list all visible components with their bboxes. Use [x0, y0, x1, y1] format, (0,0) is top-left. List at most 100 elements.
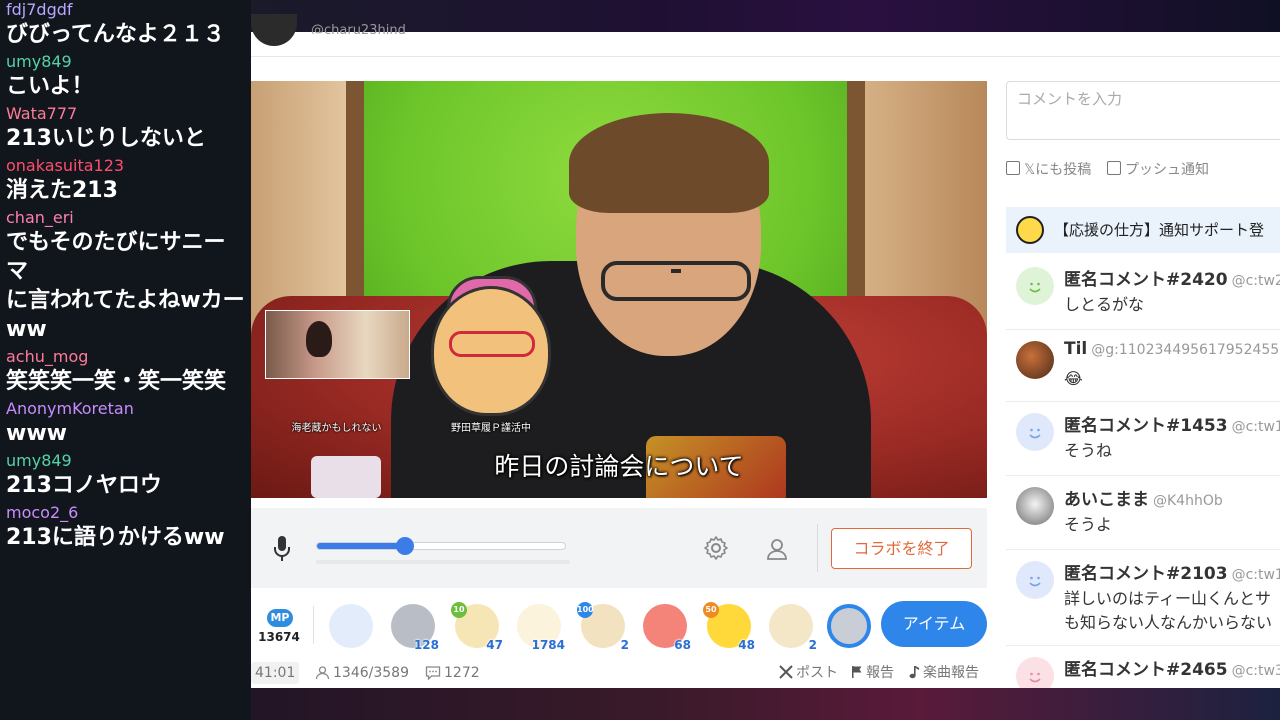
chat-message: chan_eri でもそのたびにサニーマ に言われてたよねwカー ww	[0, 208, 251, 344]
comment-author-name: 匿名コメント#1453	[1064, 416, 1228, 436]
mp-balance[interactable]: MP 13674	[257, 604, 300, 646]
comment-avatar[interactable]	[1016, 341, 1054, 379]
user-icon[interactable]	[765, 537, 789, 561]
comment-item: Til @g:110234495617952455 😂	[1006, 331, 1280, 402]
collab-controls: コラボを終了	[251, 508, 987, 588]
comment-avatar[interactable]	[1016, 487, 1054, 525]
post-to-x-label: 𝕏にも投稿	[1024, 162, 1092, 178]
chat-username: achu_mog	[6, 347, 89, 366]
item-button[interactable]: アイテム	[881, 601, 987, 647]
comment-count: 1272	[425, 662, 480, 684]
comment-author[interactable]: 匿名コメント#2420 @c:tw2	[1064, 265, 1280, 290]
chat-text: でもそのたびにサニーマ に言われてたよねwカー ww	[6, 230, 245, 342]
comment-input[interactable]	[1006, 81, 1280, 140]
comment-author-handle: @c:tw1	[1231, 419, 1280, 435]
push-notify-checkbox[interactable]	[1107, 161, 1121, 175]
push-notify-option[interactable]: プッシュ通知	[1107, 159, 1209, 179]
viewer-count: 1346/3589	[315, 662, 409, 684]
chat-username: AnonymKoretan	[6, 399, 134, 418]
smiley-icon	[1029, 428, 1041, 439]
comment-avatar[interactable]	[1016, 413, 1054, 451]
collab-pip-video[interactable]	[265, 310, 410, 379]
chat-username: moco2_6	[6, 503, 79, 522]
microphone-icon[interactable]	[274, 535, 290, 563]
chat-message: onakasuita123 消えた213	[0, 156, 251, 205]
chat-message: AnonymKoretan www	[0, 399, 251, 448]
report-link[interactable]: 報告	[851, 662, 894, 684]
gift-coin-icon[interactable]: 128	[389, 602, 439, 652]
video-player[interactable]: 海老蔵かもしれない 野田草履Ｐ謹活中 昨日の討論会について	[251, 81, 987, 498]
gift-count: 2	[808, 638, 817, 652]
comment-item: あいこまま @K4hhOb そうよ	[1006, 477, 1280, 550]
end-collab-button[interactable]: コラボを終了	[831, 528, 972, 569]
comment-item: 匿名コメント#2420 @c:tw2 しとるがな	[1006, 257, 1280, 330]
gift-count: 1784	[531, 638, 565, 652]
gift-smile-shape	[329, 604, 373, 648]
gift-cup-icon[interactable]: 2	[767, 602, 817, 652]
comment-author-name: あいこまま	[1064, 490, 1149, 510]
comment-item: 匿名コメント#2465 @c:tw3	[1006, 647, 1280, 688]
support-notice[interactable]: 【応援の仕方】通知サポート登	[1006, 207, 1280, 253]
post-to-x-link[interactable]: ポスト	[779, 662, 838, 684]
comment-count-text: 1272	[444, 665, 480, 681]
comment-author[interactable]: 匿名コメント#1453 @c:tw1	[1064, 411, 1280, 436]
chat-username: umy849	[6, 52, 72, 71]
comment-author[interactable]: Til @g:110234495617952455	[1064, 339, 1279, 359]
chat-message: umy849 213コノヤロウ	[0, 451, 251, 500]
comment-author-name: 匿名コメント#2465	[1064, 660, 1228, 680]
comment-avatar[interactable]	[1016, 657, 1054, 688]
volume-fill	[317, 543, 405, 549]
gear-icon[interactable]	[703, 535, 729, 561]
comment-avatar[interactable]	[1016, 267, 1054, 305]
gift-smile-icon[interactable]	[327, 602, 375, 650]
comment-author-name: 匿名コメント#2420	[1064, 270, 1228, 290]
comment-author[interactable]: あいこまま @K4hhOb	[1064, 485, 1223, 510]
comment-text: そうね	[1064, 441, 1113, 460]
gift-cup-shape	[769, 604, 813, 648]
comment-author[interactable]: 匿名コメント#2103 @c:tw1	[1064, 559, 1280, 584]
chat-username: fdj7dgdf	[6, 0, 73, 19]
support-notice-text: 【応援の仕方】通知サポート登	[1054, 221, 1265, 239]
chat-text: こいよ！	[6, 74, 94, 99]
post-to-x-option[interactable]: 𝕏にも投稿	[1006, 159, 1091, 179]
comment-author-handle: @c:tw3	[1231, 663, 1280, 679]
gift-badge: 50	[703, 602, 719, 618]
chat-text: 213コノヤロウ	[6, 473, 162, 498]
streamer-hair	[569, 113, 769, 213]
gift-bun-icon[interactable]: 1784	[515, 602, 565, 652]
comment-avatar[interactable]	[1016, 561, 1054, 599]
gift-ring-icon[interactable]	[825, 602, 873, 650]
live-stream-window: @charu23hind 海老蔵かもしれない 野田草履Ｐ謹活中 昨日の討論会につ…	[251, 14, 1280, 688]
smiley-icon	[1029, 282, 1041, 293]
chat-message: fdj7dgdf びびってんなよ２１３	[0, 0, 251, 49]
background-bottom	[251, 688, 1280, 720]
gift-bar: MP 13674 128 10 47 1784 100 2 68 50 48 2 アイテム	[251, 598, 987, 656]
gift-drink-icon[interactable]: 10 47	[451, 602, 503, 652]
chat-overlay: fdj7dgdf びびってんなよ２１３ umy849 こいよ！ Wata777 213いじ…	[0, 0, 251, 720]
pip-face	[306, 321, 332, 357]
gift-ice-icon[interactable]: 100 2	[577, 602, 629, 652]
gift-count: 48	[738, 638, 755, 652]
chat-text: 笑笑笑一笑・笑一笑笑	[6, 369, 227, 394]
volume-slider[interactable]	[316, 537, 566, 555]
flag-icon	[852, 666, 862, 678]
streamer-glasses	[601, 261, 751, 301]
host-avatar[interactable]	[251, 14, 297, 46]
host-handle[interactable]: @charu23hind	[311, 24, 406, 34]
comment-text: しとるがな	[1064, 295, 1145, 314]
gift-chick-icon[interactable]: 50 48	[703, 602, 755, 652]
smiley-icon	[1029, 576, 1041, 587]
chat-username: umy849	[6, 451, 72, 470]
volume-knob[interactable]	[395, 537, 414, 555]
avatar-label: 野田草履Ｐ謹活中	[451, 423, 531, 434]
gift-count: 68	[674, 638, 691, 652]
post-to-x-checkbox[interactable]	[1006, 161, 1020, 175]
comment-panel: 𝕏にも投稿 プッシュ通知 【応援の仕方】通知サポート登 匿名コメント#2420@…	[1006, 81, 1280, 688]
gift-pink-icon[interactable]: 68	[641, 602, 691, 652]
x-logo-icon	[779, 665, 793, 679]
comment-author[interactable]: 匿名コメント#2465 @c:tw3	[1064, 655, 1280, 680]
music-report-link[interactable]: 楽曲報告	[908, 662, 979, 684]
avatar-glasses	[449, 331, 535, 357]
mp-count: 13674	[258, 630, 300, 644]
gift-ring-shape	[827, 604, 871, 648]
